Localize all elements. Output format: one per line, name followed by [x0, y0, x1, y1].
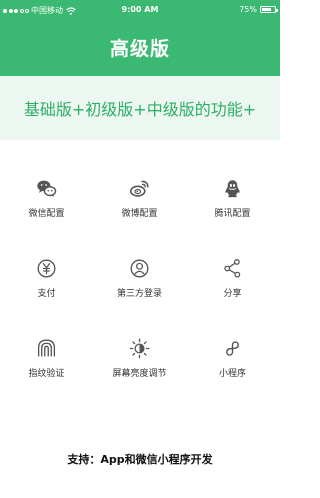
- yuan-icon: [36, 258, 57, 279]
- feature-label: 微信配置: [28, 209, 65, 219]
- support-note: 支持：App和微信小程序开发: [67, 453, 213, 466]
- weibo-icon: [129, 178, 150, 199]
- mini-program-icon: [222, 338, 243, 359]
- user-icon: [129, 258, 150, 279]
- feature-label: 小程序: [218, 369, 246, 379]
- feature-payment[interactable]: 支付: [0, 220, 93, 300]
- feature-label: 分享: [223, 289, 242, 299]
- feature-share[interactable]: 分享: [186, 220, 279, 300]
- nav-bar: 高级版: [0, 20, 280, 76]
- feature-label: 微博配置: [121, 209, 158, 219]
- status-bar: 中国移动 9:00 AM 75%: [0, 0, 280, 20]
- feature-label: 指纹验证: [28, 369, 65, 379]
- banner-text: 基础版+初级版+中级版的功能+: [23, 100, 257, 119]
- feature-banner: 基础版+初级版+中级版的功能+: [0, 76, 280, 140]
- page-title: 高级版: [109, 38, 170, 60]
- feature-label: 支付: [37, 289, 56, 299]
- share-icon: [222, 258, 243, 279]
- wechat-icon: [36, 178, 57, 199]
- status-time: 9:00 AM: [121, 5, 159, 14]
- battery-percent: 75%: [239, 5, 257, 14]
- feature-grid: 微信配置 微博配置 腾讯配置 支付 第三方登录 分享 指纹验证 屏幕亮度调节 小…: [0, 140, 280, 400]
- feature-brightness[interactable]: 屏幕亮度调节: [93, 300, 186, 380]
- feature-tencent-config[interactable]: 腾讯配置: [186, 140, 279, 220]
- feature-fingerprint[interactable]: 指纹验证: [0, 300, 93, 380]
- feature-weibo-config[interactable]: 微博配置: [93, 140, 186, 220]
- feature-mini-program[interactable]: 小程序: [186, 300, 279, 380]
- feature-wechat-config[interactable]: 微信配置: [0, 140, 93, 220]
- brightness-icon: [129, 338, 150, 359]
- qq-icon: [222, 178, 243, 199]
- feature-label: 腾讯配置: [214, 209, 251, 219]
- feature-third-party-login[interactable]: 第三方登录: [93, 220, 186, 300]
- battery-status: 75%: [239, 5, 278, 14]
- fingerprint-icon: [36, 338, 57, 359]
- feature-label: 屏幕亮度调节: [112, 369, 167, 379]
- feature-label: 第三方登录: [116, 289, 162, 299]
- battery-icon: [260, 6, 278, 13]
